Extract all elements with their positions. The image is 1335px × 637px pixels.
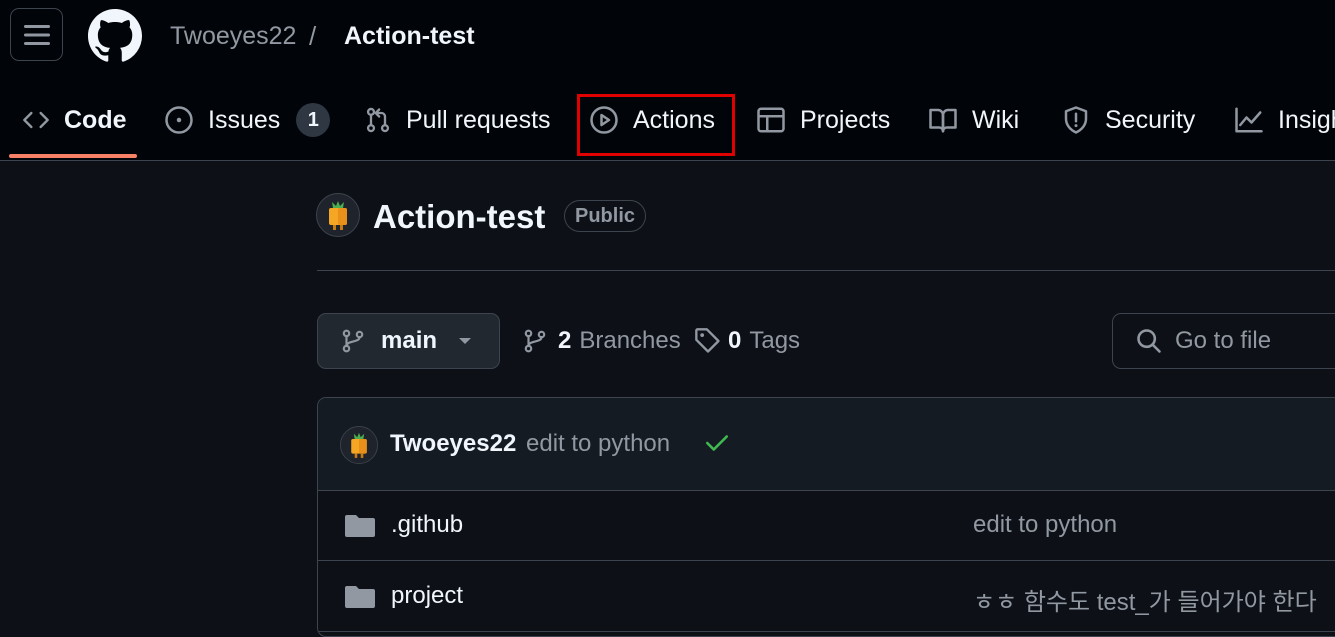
book-icon bbox=[929, 108, 957, 133]
tab-pull-requests-label: Pull requests bbox=[406, 105, 551, 134]
file-commit-message[interactable]: edit to python bbox=[973, 511, 1117, 539]
tab-pull-requests[interactable]: Pull requests bbox=[364, 88, 551, 152]
menu-button[interactable] bbox=[10, 8, 63, 61]
latest-commit-bar: Twoeyes22 edit to python bbox=[318, 398, 1335, 491]
breadcrumb-repo-link[interactable]: Action-test bbox=[344, 20, 475, 52]
git-branch-icon bbox=[524, 329, 546, 353]
tab-code[interactable]: Code bbox=[22, 88, 127, 152]
file-name-link[interactable]: project bbox=[391, 582, 463, 610]
tab-security[interactable]: Security bbox=[1061, 88, 1195, 152]
code-icon bbox=[23, 111, 49, 129]
issues-counter: 1 bbox=[296, 103, 331, 137]
tag-icon bbox=[695, 328, 720, 353]
tab-actions-label: Actions bbox=[633, 105, 715, 134]
tags-label: Tags bbox=[749, 327, 801, 354]
branches-label: Branches bbox=[579, 327, 681, 354]
commit-author-link[interactable]: Twoeyes22 bbox=[390, 430, 516, 458]
table-icon bbox=[757, 107, 785, 133]
file-row[interactable]: .github edit to python bbox=[318, 490, 1335, 561]
tab-actions[interactable]: Actions bbox=[589, 88, 715, 152]
graph-icon bbox=[1235, 107, 1263, 133]
commit-message-link[interactable]: edit to python bbox=[526, 430, 670, 458]
git-branch-icon bbox=[342, 329, 364, 353]
tab-insights-label: Insights bbox=[1278, 105, 1335, 134]
repo-header: Twoeyes22 / Action-test Code Issues 1 Pu… bbox=[0, 0, 1335, 161]
tags-link[interactable]: 0 Tags bbox=[694, 313, 800, 369]
breadcrumb-owner-link[interactable]: Twoeyes22 bbox=[170, 20, 296, 52]
folder-icon bbox=[345, 515, 375, 537]
tab-security-label: Security bbox=[1105, 105, 1196, 134]
shield-icon bbox=[1064, 106, 1088, 134]
tab-wiki-label: Wiki bbox=[972, 105, 1020, 134]
file-row[interactable]: project ㅎㅎ 함수도 test_가 들어가야 한다 bbox=[318, 561, 1335, 632]
tab-insights[interactable]: Insights bbox=[1234, 88, 1335, 152]
repo-nav-tabs: Code Issues 1 Pull requests Actions Proj… bbox=[0, 88, 1335, 160]
file-browser: Twoeyes22 edit to python .github edit to… bbox=[317, 397, 1335, 637]
file-commit-message[interactable]: ㅎㅎ 함수도 test_가 들어가야 한다 bbox=[973, 582, 1317, 617]
owner-avatar bbox=[316, 193, 360, 237]
triangle-down-icon bbox=[459, 338, 471, 344]
tab-projects[interactable]: Projects bbox=[756, 88, 890, 152]
branches-count: 2 bbox=[558, 327, 572, 354]
divider bbox=[317, 270, 1335, 271]
tab-issues-label: Issues bbox=[208, 105, 281, 134]
breadcrumb-separator: / bbox=[309, 21, 317, 51]
check-icon[interactable] bbox=[704, 432, 730, 454]
branches-link[interactable]: 2 Branches bbox=[522, 313, 681, 369]
tab-issues[interactable]: Issues 1 bbox=[164, 88, 331, 152]
issue-opened-icon bbox=[165, 106, 193, 134]
search-icon bbox=[1137, 329, 1161, 353]
tab-projects-label: Projects bbox=[800, 105, 891, 134]
branch-selector-button[interactable]: main bbox=[317, 313, 500, 369]
tab-wiki[interactable]: Wiki bbox=[928, 88, 1019, 152]
file-name-link[interactable]: .github bbox=[391, 511, 463, 539]
git-pull-request-icon bbox=[366, 107, 390, 133]
active-tab-indicator bbox=[9, 154, 137, 158]
repo-title: Action-test bbox=[373, 198, 546, 235]
tags-count: 0 bbox=[728, 327, 742, 354]
hamburger-icon bbox=[23, 24, 50, 45]
visibility-badge: Public bbox=[564, 200, 647, 232]
branch-name: main bbox=[381, 327, 438, 354]
go-to-file-search bbox=[1112, 313, 1335, 369]
play-icon bbox=[590, 106, 618, 134]
tab-code-label: Code bbox=[64, 105, 127, 134]
folder-icon bbox=[345, 586, 375, 608]
github-logo-icon[interactable] bbox=[88, 9, 142, 63]
go-to-file-input[interactable] bbox=[1175, 314, 1335, 368]
commit-author-avatar[interactable] bbox=[340, 426, 378, 464]
